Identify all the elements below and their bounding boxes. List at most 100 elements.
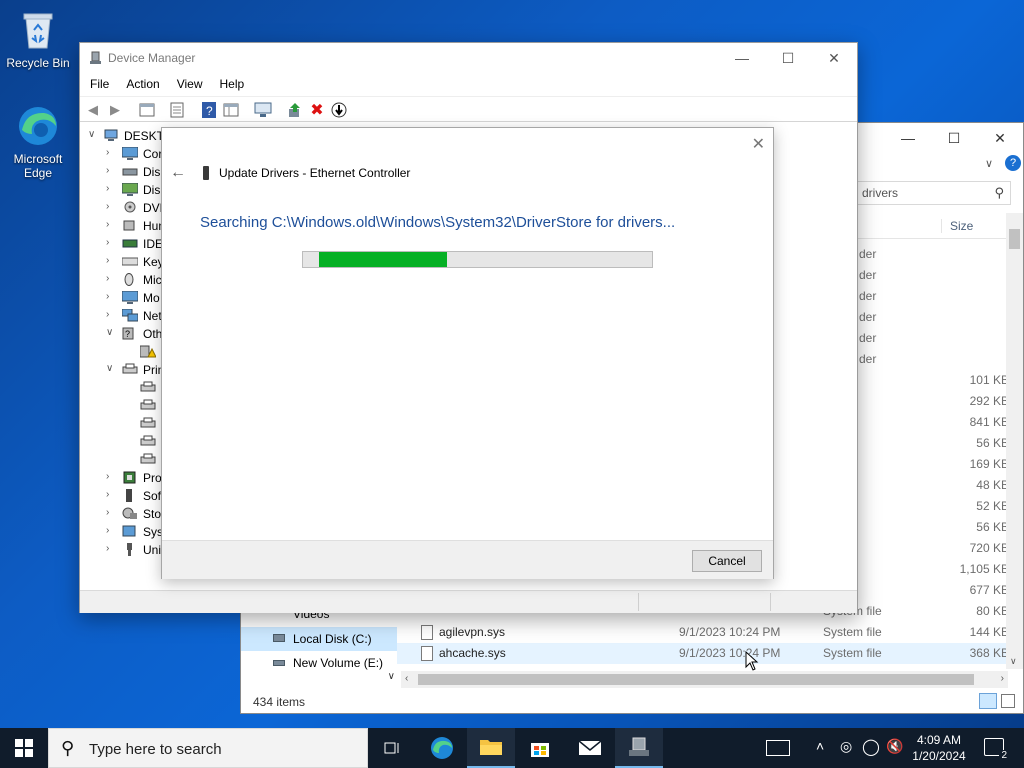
maximize-icon[interactable]: ☐: [765, 43, 811, 73]
chevron-right-icon[interactable]: ›: [106, 147, 109, 158]
tree-item-printer[interactable]: [80, 451, 162, 469]
properties-icon[interactable]: [168, 101, 186, 119]
tree-item-usb[interactable]: › Univ: [80, 541, 167, 559]
chevron-down-icon[interactable]: ∨: [106, 327, 113, 338]
chevron-right-icon[interactable]: ›: [106, 219, 109, 230]
scroll-right-icon[interactable]: ›: [1001, 673, 1004, 684]
details-view-icon[interactable]: [979, 693, 997, 709]
minimize-icon[interactable]: —: [885, 123, 931, 153]
tree-item-printer[interactable]: [80, 415, 162, 433]
volume-muted-icon[interactable]: 🔇: [886, 738, 903, 755]
close-icon[interactable]: ✕: [752, 134, 765, 154]
taskbar-mail[interactable]: [566, 728, 614, 768]
back-arrow-icon[interactable]: ←: [170, 164, 186, 182]
chevron-right-icon[interactable]: ›: [106, 291, 109, 302]
tree-item-software[interactable]: › Soft: [80, 487, 164, 505]
chevron-right-icon[interactable]: ›: [106, 309, 109, 320]
tree-item-printer[interactable]: [80, 433, 162, 451]
tiles-view-icon[interactable]: [1001, 694, 1015, 708]
nav-item-new-volume[interactable]: New Volume (E:): [241, 651, 397, 675]
close-icon[interactable]: ✕: [811, 43, 857, 73]
taskbar-store[interactable]: [516, 728, 564, 768]
edge-desktop-icon[interactable]: Microsoft Edge: [2, 104, 74, 180]
tree-item-printer[interactable]: [80, 379, 162, 397]
show-hidden-icons-icon[interactable]: ˄: [816, 738, 824, 754]
update-drivers-dialog[interactable]: ✕ ← Update Drivers - Ethernet Controller…: [161, 127, 774, 579]
network-icon[interactable]: ◯: [862, 737, 880, 757]
menu-action[interactable]: Action: [116, 74, 166, 96]
chevron-down-icon[interactable]: ∨: [106, 363, 113, 374]
taskbar-edge[interactable]: [418, 728, 466, 768]
tree-item-ethernet-controller[interactable]: [80, 343, 162, 361]
expand-ribbon-icon[interactable]: ∨: [985, 157, 993, 170]
tree-item-keyboards[interactable]: › Key: [80, 253, 164, 271]
tree-item-display[interactable]: › Disp: [80, 181, 167, 199]
tree-item-system[interactable]: › Syst: [80, 523, 166, 541]
tree-item-ide[interactable]: › IDE: [80, 235, 163, 253]
minimize-icon[interactable]: —: [719, 43, 765, 73]
chevron-right-icon[interactable]: ›: [106, 507, 109, 518]
tree-item-computer[interactable]: › Cor: [80, 145, 162, 163]
clock[interactable]: 4:09 AM 1/20/2024: [908, 732, 970, 764]
help-icon[interactable]: ?: [1005, 155, 1021, 171]
scroll-thumb[interactable]: [418, 674, 974, 685]
title-bar[interactable]: Device Manager — ☐ ✕: [80, 43, 857, 74]
scroll-left-icon[interactable]: ‹: [405, 673, 408, 684]
taskbar-keyboard-icon[interactable]: [766, 740, 790, 756]
download-icon[interactable]: [330, 101, 348, 119]
start-button[interactable]: [0, 728, 48, 768]
chevron-right-icon[interactable]: ›: [106, 273, 109, 284]
tree-item-processors[interactable]: › Pro: [80, 469, 162, 487]
taskbar-device-manager[interactable]: [615, 728, 663, 768]
tree-item-other[interactable]: ∨? Oth: [80, 325, 162, 343]
tree-item-mice[interactable]: › Mic: [80, 271, 162, 289]
taskbar-search-input[interactable]: ⚲ Type here to search: [48, 728, 368, 768]
notification-center-icon[interactable]: 2: [984, 738, 1009, 761]
recycle-bin-desktop-icon[interactable]: Recycle Bin: [2, 8, 74, 70]
update-driver-icon[interactable]: [286, 101, 304, 119]
view-icon[interactable]: [222, 101, 240, 119]
help-icon[interactable]: ?: [200, 101, 218, 119]
scroll-thumb[interactable]: [1009, 229, 1020, 249]
chevron-right-icon[interactable]: ›: [106, 525, 109, 536]
chevron-right-icon[interactable]: ›: [106, 255, 109, 266]
tree-item-monitors[interactable]: › Mo: [80, 289, 162, 307]
tree-item-network[interactable]: › Net: [80, 307, 162, 325]
tree-item-storage[interactable]: › Stor: [80, 505, 165, 523]
chevron-right-icon[interactable]: ›: [106, 489, 109, 500]
close-icon[interactable]: ✕: [977, 123, 1023, 153]
explorer-search-input[interactable]: drivers ⚲: [855, 181, 1011, 205]
task-view-button[interactable]: [368, 728, 416, 768]
chevron-right-icon[interactable]: ›: [106, 183, 109, 194]
forward-icon[interactable]: ▶: [106, 101, 124, 119]
tree-root[interactable]: ∨ DESKTO: [80, 127, 173, 145]
chevron-right-icon[interactable]: ›: [106, 471, 109, 482]
vertical-scrollbar[interactable]: ∨: [1006, 213, 1023, 669]
tree-item-hid[interactable]: › Hun: [80, 217, 165, 235]
chevron-right-icon[interactable]: ›: [106, 237, 109, 248]
meet-now-icon[interactable]: ◎: [840, 738, 852, 755]
uninstall-icon[interactable]: ✖: [308, 101, 326, 119]
tree-item-printer[interactable]: [80, 397, 162, 415]
menu-file[interactable]: File: [80, 74, 116, 96]
tree-item-dvd[interactable]: › DVD: [80, 199, 168, 217]
show-hide-tree-icon[interactable]: [138, 101, 156, 119]
nav-item-local-disk[interactable]: Local Disk (C:): [241, 627, 397, 651]
maximize-icon[interactable]: ☐: [931, 123, 977, 153]
menu-help[interactable]: Help: [210, 74, 252, 96]
chevron-down-icon[interactable]: ∨: [88, 129, 95, 140]
chevron-right-icon[interactable]: ›: [106, 201, 109, 212]
chevron-right-icon[interactable]: ›: [106, 543, 109, 554]
cancel-button[interactable]: Cancel: [692, 550, 762, 572]
horizontal-scrollbar[interactable]: ‹ ›: [401, 671, 1008, 688]
size-column-header[interactable]: Size: [941, 219, 973, 233]
tree-item-disk[interactable]: › Disk: [80, 163, 166, 181]
nav-scroll-down-icon[interactable]: ∨: [388, 671, 395, 682]
scan-hardware-icon[interactable]: [254, 101, 272, 119]
taskbar-file-explorer[interactable]: [467, 728, 515, 768]
chevron-right-icon[interactable]: ›: [106, 165, 109, 176]
tree-item-print-queues[interactable]: ∨ Prin: [80, 361, 164, 379]
menu-view[interactable]: View: [167, 74, 210, 96]
scroll-down-icon[interactable]: ∨: [1010, 656, 1017, 667]
back-icon[interactable]: ◀: [84, 101, 102, 119]
